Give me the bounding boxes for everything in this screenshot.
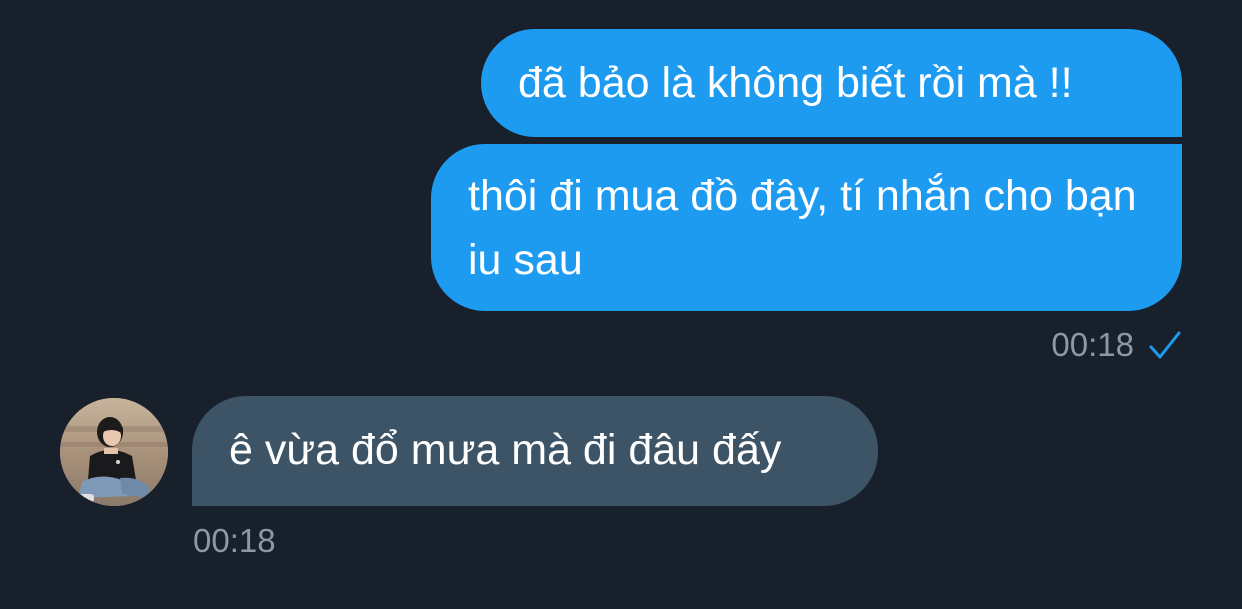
avatar[interactable] — [60, 398, 168, 506]
message-text: ê vừa đổ mưa mà đi đâu đấy — [229, 426, 782, 474]
message-text: đã bảo là không biết rồi mà !! — [518, 59, 1073, 107]
message-timestamp: 00:18 — [193, 522, 276, 559]
outgoing-message-bubble[interactable]: đã bảo là không biết rồi mà !! — [481, 29, 1182, 137]
avatar-photo — [60, 398, 168, 506]
outgoing-message-bubble[interactable]: thôi đi mua đồ đây, tí nhắn cho bạn iu s… — [431, 144, 1182, 311]
checkmark-icon — [1149, 331, 1181, 359]
message-text: thôi đi mua đồ đây, tí nhắn cho bạn iu s… — [468, 172, 1137, 284]
incoming-message-bubble[interactable]: ê vừa đổ mưa mà đi đâu đấy — [192, 396, 878, 506]
message-timestamp: 00:18 — [1051, 326, 1134, 363]
